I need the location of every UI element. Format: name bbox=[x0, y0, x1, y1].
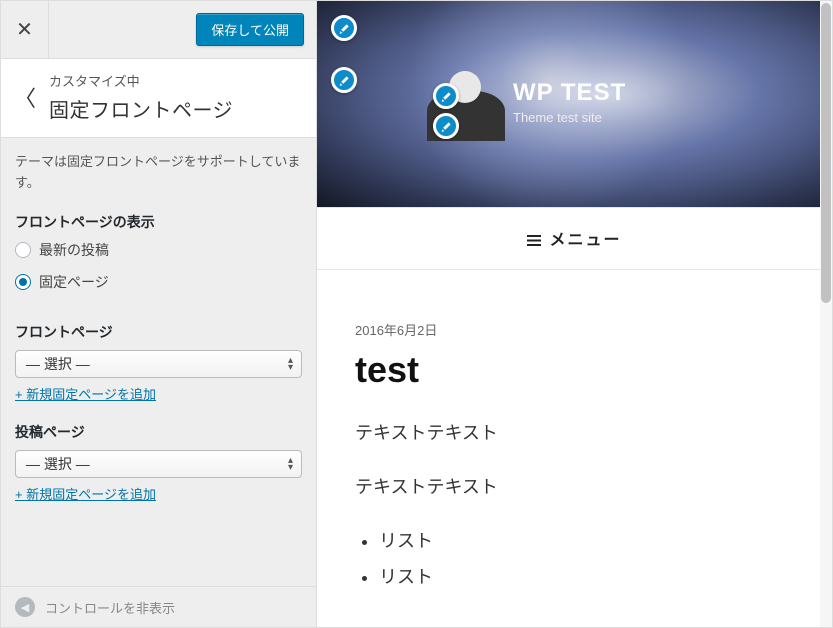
list: リスト リスト bbox=[379, 527, 794, 589]
radio-icon bbox=[15, 242, 31, 258]
radio-label: 最新の投稿 bbox=[39, 240, 109, 260]
radio-static-page[interactable]: 固定ページ bbox=[15, 272, 302, 292]
edit-shortcut-icon[interactable] bbox=[331, 15, 357, 41]
preview-pane: WP TEST Theme test site メニュー 2016年6月2日 t… bbox=[317, 1, 832, 627]
add-front-page-link[interactable]: + 新規固定ページを追加 bbox=[15, 384, 156, 403]
publish-button[interactable]: 保存して公開 bbox=[196, 13, 304, 46]
footer-label: コントロールを非表示 bbox=[45, 598, 175, 617]
panel-body: テーマは固定フロントページをサポートしています。 フロントページの表示 最新の投… bbox=[1, 138, 316, 586]
select-value: — 選択 — bbox=[26, 354, 90, 374]
edit-shortcut-icon[interactable] bbox=[433, 113, 459, 139]
chevron-updown-icon: ▴▾ bbox=[288, 457, 293, 471]
site-title: WP TEST bbox=[513, 79, 626, 107]
select-value: — 選択 — bbox=[26, 454, 90, 474]
radio-label: 固定ページ bbox=[39, 272, 109, 292]
customizer-sidebar: ✕ 保存して公開 〈 カスタマイズ中 固定フロントページ テーマは固定フロントペ… bbox=[1, 1, 317, 627]
post-title: test bbox=[355, 349, 794, 391]
hide-controls-button[interactable]: ◀ コントロールを非表示 bbox=[1, 586, 316, 627]
paragraph: テキストテキスト bbox=[355, 419, 794, 445]
front-page-label: フロントページ bbox=[15, 322, 302, 342]
list-item: リスト bbox=[379, 527, 794, 553]
panel-description: テーマは固定フロントページをサポートしています。 bbox=[15, 152, 302, 194]
front-page-select[interactable]: — 選択 — ▴▾ bbox=[15, 350, 302, 378]
chevron-updown-icon: ▴▾ bbox=[288, 357, 293, 371]
display-control-group: フロントページの表示 最新の投稿 固定ページ bbox=[15, 212, 302, 292]
sidebar-header: ✕ 保存して公開 bbox=[1, 1, 316, 59]
site-tagline: Theme test site bbox=[513, 110, 626, 125]
back-button[interactable]: 〈 bbox=[1, 71, 49, 123]
add-posts-page-link[interactable]: + 新規固定ページを追加 bbox=[15, 484, 156, 503]
menu-toggle[interactable]: メニュー bbox=[317, 207, 832, 270]
radio-icon bbox=[15, 274, 31, 290]
radio-latest-posts[interactable]: 最新の投稿 bbox=[15, 240, 302, 260]
posts-page-select[interactable]: — 選択 — ▴▾ bbox=[15, 450, 302, 478]
collapse-icon: ◀ bbox=[15, 597, 35, 617]
hamburger-icon bbox=[527, 233, 541, 251]
site-branding: WP TEST Theme test site bbox=[513, 79, 626, 125]
section-title: 固定フロントページ bbox=[49, 94, 302, 123]
front-page-group: フロントページ — 選択 — ▴▾ + 新規固定ページを追加 bbox=[15, 322, 302, 404]
scrollbar-track[interactable] bbox=[820, 1, 832, 627]
section-titles: カスタマイズ中 固定フロントページ bbox=[49, 71, 302, 123]
paragraph: テキストテキスト bbox=[355, 473, 794, 499]
posts-page-group: 投稿ページ — 選択 — ▴▾ + 新規固定ページを追加 bbox=[15, 422, 302, 504]
display-label: フロントページの表示 bbox=[15, 212, 302, 232]
edit-shortcut-icon[interactable] bbox=[433, 83, 459, 109]
list-item: リスト bbox=[379, 563, 794, 589]
customizer-app: ✕ 保存して公開 〈 カスタマイズ中 固定フロントページ テーマは固定フロントペ… bbox=[0, 0, 833, 628]
menu-label: メニュー bbox=[549, 232, 621, 249]
edit-shortcut-icon[interactable] bbox=[331, 67, 357, 93]
breadcrumb: カスタマイズ中 bbox=[49, 71, 302, 90]
post-date: 2016年6月2日 bbox=[355, 320, 794, 339]
hero-header: WP TEST Theme test site bbox=[317, 1, 832, 207]
post-body: テキストテキスト テキストテキスト リスト リスト bbox=[355, 419, 794, 589]
close-button[interactable]: ✕ bbox=[1, 1, 49, 59]
posts-page-label: 投稿ページ bbox=[15, 422, 302, 442]
scrollbar-thumb[interactable] bbox=[821, 3, 831, 303]
post-content: 2016年6月2日 test テキストテキスト テキストテキスト リスト リスト bbox=[317, 270, 832, 619]
section-header: 〈 カスタマイズ中 固定フロントページ bbox=[1, 59, 316, 138]
